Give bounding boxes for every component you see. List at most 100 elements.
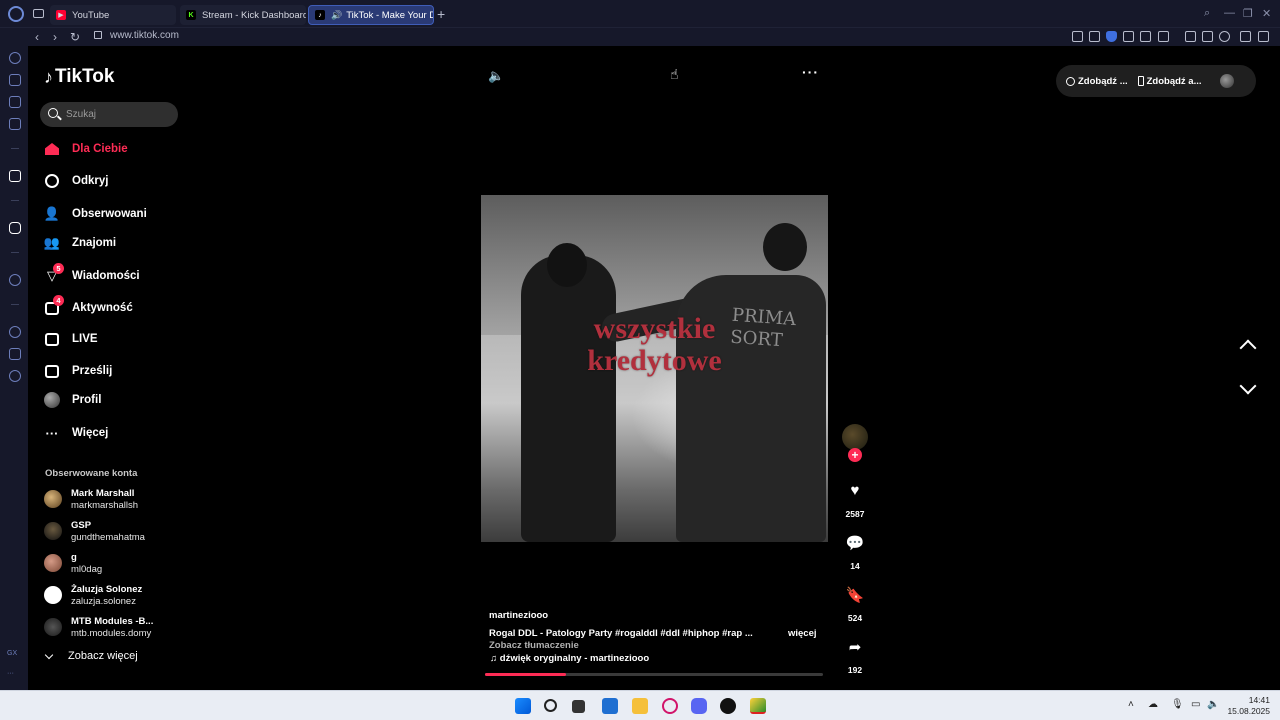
account-name: GSP: [71, 520, 92, 531]
minimize-button[interactable]: —: [1224, 7, 1235, 19]
onedrive-icon[interactable]: ☁: [1148, 699, 1158, 710]
profile-icon[interactable]: [1219, 31, 1230, 42]
settings-icon[interactable]: [9, 370, 21, 382]
tray-chevron-icon[interactable]: ˄: [1128, 699, 1134, 710]
translate-icon[interactable]: [1123, 31, 1134, 42]
nav-more[interactable]: ··· Więcej: [44, 422, 194, 444]
task-view-icon[interactable]: [572, 700, 585, 713]
followed-account[interactable]: Mark Marshall markmarshallsh: [44, 486, 194, 514]
video-player[interactable]: PRIMA SORT wszystkie kredytowe: [481, 195, 828, 542]
pin-icon[interactable]: [1072, 31, 1083, 42]
url-field[interactable]: www.tiktok.com: [110, 30, 179, 41]
shopping-icon[interactable]: [9, 74, 21, 86]
nav-upload[interactable]: Prześlij: [44, 360, 194, 382]
system-clock[interactable]: 14:41 15.08.2025: [1218, 695, 1270, 717]
account-username: mtb.modules.domy: [71, 628, 152, 639]
user-avatar[interactable]: [1219, 74, 1234, 88]
opera-taskbar-icon[interactable]: [662, 698, 678, 714]
player-icon[interactable]: [9, 274, 21, 286]
extensions-icon[interactable]: [1202, 31, 1213, 42]
more-options-icon[interactable]: ···: [802, 64, 819, 80]
store-icon[interactable]: [602, 698, 618, 714]
see-translation-link[interactable]: Zobacz tłumaczenie: [489, 640, 579, 651]
follow-plus-icon[interactable]: +: [848, 448, 862, 462]
restore-button[interactable]: ❐: [1243, 7, 1253, 20]
opera-logo-icon[interactable]: [8, 6, 24, 22]
tab-kick[interactable]: K Stream - Kick Dashboard: [180, 5, 306, 25]
caption-more-link[interactable]: więcej: [788, 628, 817, 639]
aria-icon[interactable]: [9, 52, 21, 64]
followed-account[interactable]: Żaluzja Solonez zaluzja.solonez: [44, 582, 194, 610]
sidebar-more-icon[interactable]: ···: [7, 670, 14, 677]
nav-following[interactable]: 👤 Obserwowani: [44, 203, 194, 225]
creator-avatar[interactable]: [842, 424, 868, 450]
mail-icon[interactable]: [9, 118, 21, 130]
tiktok-logo[interactable]: ♪ TikTok: [44, 66, 114, 88]
discord-taskbar-icon[interactable]: [691, 698, 707, 714]
discord-icon[interactable]: [9, 222, 21, 234]
save-button[interactable]: 🔖 524: [839, 586, 871, 623]
close-button[interactable]: ✕: [1262, 7, 1271, 20]
active-app-taskbar-icon[interactable]: [750, 698, 766, 714]
nav-explore[interactable]: Odkryj: [44, 170, 194, 192]
play-icon[interactable]: [1140, 31, 1151, 42]
messages-badge: 5: [53, 263, 64, 274]
file-explorer-icon[interactable]: [632, 698, 648, 714]
comment-button[interactable]: 💬 14: [839, 534, 871, 571]
nav-friends[interactable]: 👥 Znajomi: [44, 232, 194, 254]
tab-switcher-icon[interactable]: [33, 9, 44, 18]
network-icon[interactable]: ▭: [1191, 699, 1200, 710]
caption-username[interactable]: martineziooo: [489, 610, 548, 621]
search-tabs-icon[interactable]: ⌕: [1204, 7, 1210, 20]
app-taskbar-icon[interactable]: [720, 698, 736, 714]
like-button[interactable]: ♥ 2587: [839, 482, 871, 519]
heart-icon[interactable]: [1158, 31, 1169, 42]
back-icon[interactable]: ‹: [35, 30, 39, 44]
next-video-chevron-down-icon[interactable]: [1239, 377, 1257, 395]
home-icon: [44, 141, 60, 157]
extension-grid-icon[interactable]: [1185, 31, 1196, 42]
music-label: dźwięk oryginalny - martineziooo: [499, 653, 650, 664]
nav-profile[interactable]: Profil: [44, 389, 194, 411]
search-taskbar-icon[interactable]: [544, 699, 557, 712]
nav-for-you[interactable]: Dla Ciebie: [44, 138, 194, 160]
search-input[interactable]: [66, 107, 170, 122]
followed-account[interactable]: MTB Modules -B... mtb.modules.domy: [44, 614, 194, 642]
tab-label: YouTube: [72, 9, 110, 21]
vpn-shield-icon[interactable]: [1106, 31, 1117, 42]
tab-tiktok[interactable]: ♪ 🔊 TikTok - Make Your Day: [308, 5, 434, 25]
tab-youtube[interactable]: ▶ YouTube: [50, 5, 176, 25]
video-progress-bar[interactable]: [485, 673, 823, 676]
gx-icon[interactable]: GX: [7, 650, 17, 657]
forward-icon[interactable]: ›: [53, 30, 57, 44]
see-more-button[interactable]: Zobacz więcej: [44, 650, 138, 662]
clock-time: 14:41: [1248, 695, 1270, 705]
microphone-icon[interactable]: 🎙: [1171, 699, 1184, 710]
nav-messages[interactable]: ▽ 5 Wiadomości: [44, 263, 194, 287]
previous-video-chevron-up-icon[interactable]: [1239, 339, 1257, 357]
share-button[interactable]: ➦ 192: [839, 638, 871, 675]
music-link[interactable]: ♫ dźwięk oryginalny - martineziooo: [490, 653, 649, 664]
hand-cursor-icon: ☝: [670, 66, 679, 82]
download-icon[interactable]: [1240, 31, 1251, 42]
get-coins-button[interactable]: Zdobądź ...: [1066, 76, 1128, 87]
nav-activity[interactable]: 4 Aktywność: [44, 295, 194, 319]
followed-account[interactable]: GSP gundthemahatma: [44, 518, 194, 546]
volume-icon[interactable]: 🔈: [488, 68, 504, 84]
speaker-icon[interactable]: 🔊: [331, 10, 342, 21]
kick-sidebar-icon[interactable]: [9, 170, 21, 182]
avatar: [44, 490, 62, 508]
followed-account[interactable]: g ml0dag: [44, 550, 194, 578]
search-box[interactable]: [40, 102, 178, 127]
get-app-button[interactable]: Zdobądź a...: [1137, 76, 1202, 87]
new-tab-button[interactable]: +: [437, 6, 445, 22]
phone-icon: [1137, 76, 1144, 86]
nav-live[interactable]: LIVE: [44, 328, 194, 350]
history-icon[interactable]: [9, 326, 21, 338]
menu-icon[interactable]: [1258, 31, 1269, 42]
windows-start-icon[interactable]: [515, 698, 531, 714]
crypto-wallet-icon[interactable]: [9, 96, 21, 108]
snapshot-icon[interactable]: [1089, 31, 1100, 42]
extensions-sidebar-icon[interactable]: [9, 348, 21, 360]
reload-icon[interactable]: ↻: [70, 30, 80, 44]
